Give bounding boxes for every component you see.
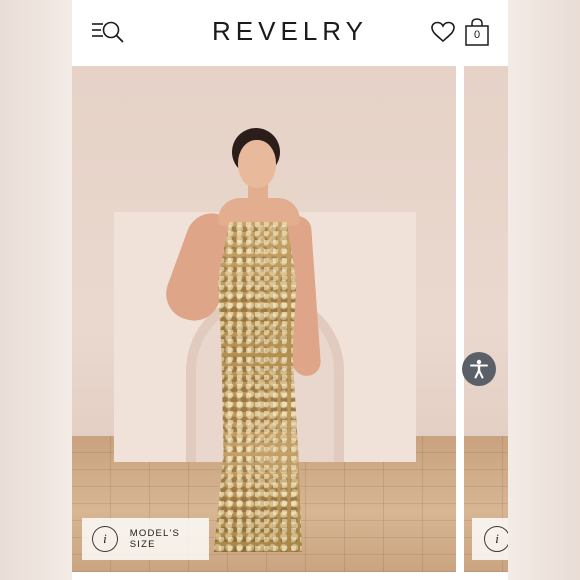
top-header: REVELRY 0 [72, 0, 508, 64]
bag-count: 0 [473, 29, 481, 41]
product-image-main[interactable]: i MODEL'S SIZE [72, 66, 456, 572]
model-shoulders [218, 198, 300, 226]
product-image-gallery[interactable]: i MODEL'S SIZE i [72, 66, 508, 580]
gold-sequin-dress [213, 222, 303, 552]
info-icon: i [484, 526, 508, 552]
models-size-button[interactable]: i MODEL'S SIZE [82, 518, 209, 560]
product-image-next-peek[interactable]: i [464, 66, 508, 572]
models-size-button-next[interactable]: i [472, 518, 508, 560]
blurred-left-margin [0, 0, 72, 580]
wishlist-button[interactable] [430, 20, 456, 44]
accessibility-button[interactable] [462, 352, 496, 386]
model-face [238, 140, 276, 188]
shopping-bag-button[interactable]: 0 [464, 17, 490, 47]
models-size-label: MODEL'S SIZE [129, 528, 181, 550]
heart-icon [431, 21, 455, 43]
accessibility-icon [470, 359, 488, 379]
blurred-right-margin [508, 0, 580, 580]
app-screen: REVELRY 0 i MODEL'S SIZE i [72, 0, 508, 580]
info-icon: i [92, 526, 118, 552]
